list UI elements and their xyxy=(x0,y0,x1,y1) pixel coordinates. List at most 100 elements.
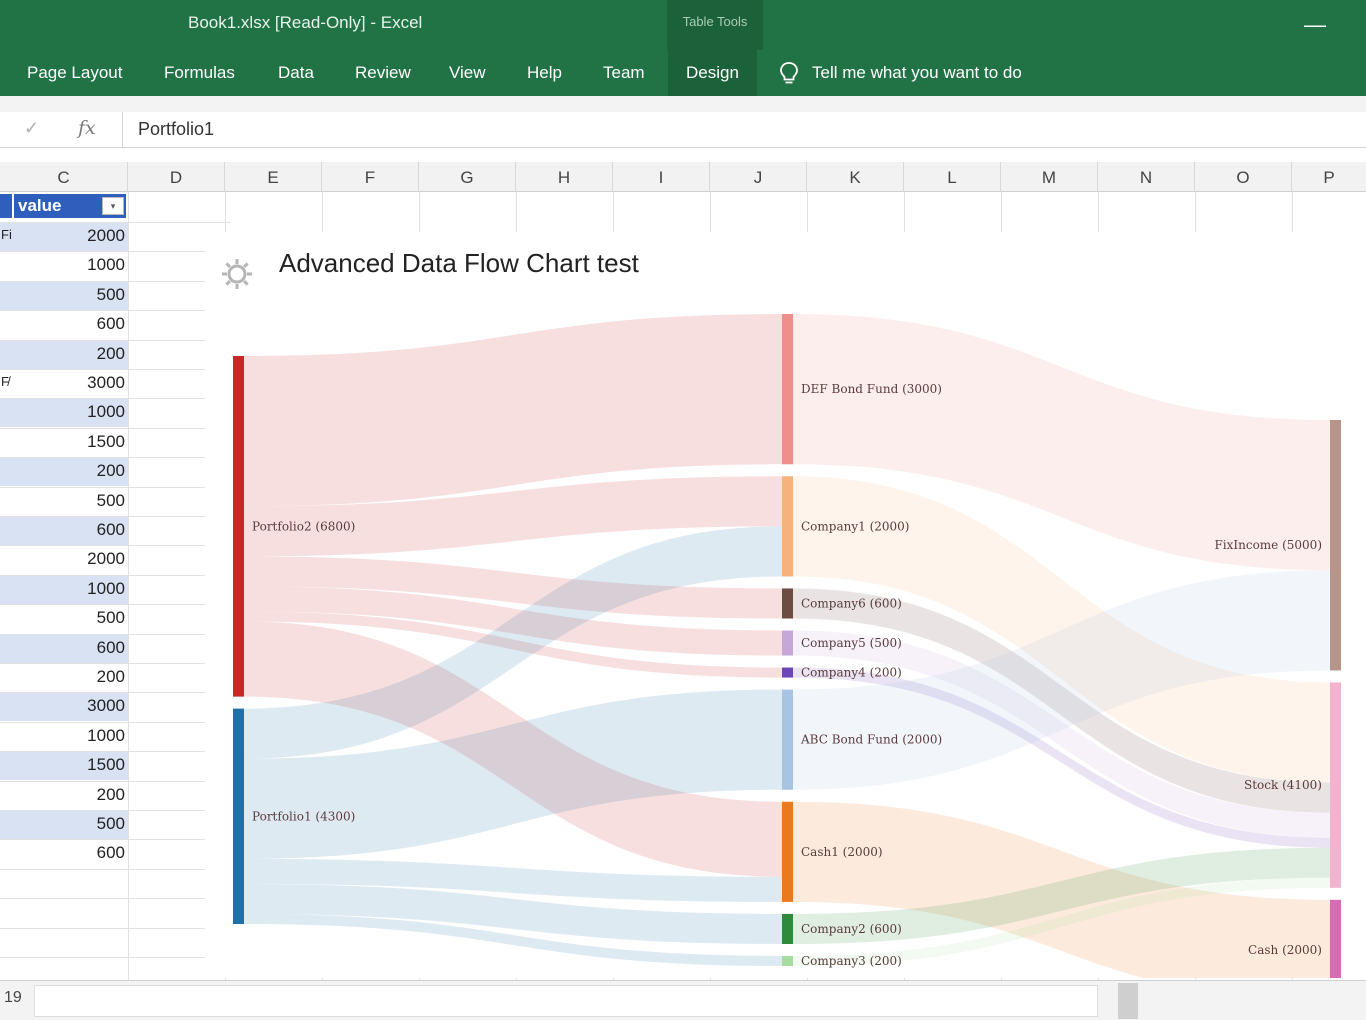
tab-data[interactable]: Data xyxy=(278,63,314,83)
table-row: 2000 xyxy=(0,545,128,574)
minimize-button[interactable]: — xyxy=(1304,12,1326,38)
table-cell-value[interactable]: 2000 xyxy=(0,222,128,251)
tab-design[interactable]: Design xyxy=(668,50,757,96)
table-cell-value[interactable]: 2000 xyxy=(0,545,128,574)
sankey-node-p1[interactable] xyxy=(233,708,244,924)
formula-input[interactable]: Portfolio1 xyxy=(138,119,214,140)
sankey-node-label: Company5 (500) xyxy=(801,636,902,650)
column-header-j[interactable]: J xyxy=(710,162,807,192)
sankey-node-p2[interactable] xyxy=(233,356,244,697)
sankey-node-label: Company1 (2000) xyxy=(801,519,909,533)
sankey-node-c3[interactable] xyxy=(782,955,793,966)
table-cell-value[interactable]: 600 xyxy=(0,310,128,339)
table-row: 500 xyxy=(0,810,128,839)
column-header-d[interactable]: D xyxy=(128,162,225,192)
grid-line xyxy=(0,868,230,870)
table-cell-value[interactable]: 200 xyxy=(0,781,128,810)
table-cell-value[interactable]: 500 xyxy=(0,810,128,839)
table-row: 1500 xyxy=(0,428,128,457)
table-row: 1000 xyxy=(0,251,128,280)
tab-team[interactable]: Team xyxy=(603,63,645,83)
column-header-l[interactable]: L xyxy=(904,162,1001,192)
table-cell-value[interactable]: 3000 xyxy=(0,692,128,722)
table-cell-value[interactable]: 1000 xyxy=(0,722,128,751)
tab-review[interactable]: Review xyxy=(355,63,411,83)
column-header-i[interactable]: I xyxy=(613,162,710,192)
grid-line xyxy=(0,280,230,282)
table-row: 1000 xyxy=(0,398,128,428)
sankey-node-abc[interactable] xyxy=(782,689,793,790)
grid-line xyxy=(0,810,230,811)
filter-dropdown-button[interactable]: ▾ xyxy=(102,197,124,215)
sankey-node-c6[interactable] xyxy=(782,588,793,619)
table-cell-value[interactable]: 1000 xyxy=(0,574,128,604)
table-cell-value[interactable]: 1500 xyxy=(0,751,128,781)
sankey-node-cash[interactable] xyxy=(1330,899,1341,978)
column-header-h[interactable]: H xyxy=(516,162,613,192)
column-header-g[interactable]: G xyxy=(419,162,516,192)
status-bar: 19 xyxy=(0,980,1366,1020)
column-header-m[interactable]: M xyxy=(1001,162,1098,192)
table-cell-value[interactable]: 600 xyxy=(0,839,128,868)
table-row: 600 xyxy=(0,633,128,663)
sankey-node-label: Portfolio1 (4300) xyxy=(252,809,355,823)
enter-check-icon[interactable]: ✓ xyxy=(24,118,39,139)
table-row: 200 xyxy=(0,781,128,810)
column-header-c[interactable]: C xyxy=(0,162,128,192)
tab-formulas[interactable]: Formulas xyxy=(164,63,235,83)
column-header-e[interactable]: E xyxy=(225,162,322,192)
grid-line xyxy=(0,927,230,929)
sankey-node-stock[interactable] xyxy=(1330,682,1341,888)
table-cell-value[interactable]: 200 xyxy=(0,663,128,692)
table-cell-value[interactable]: 1500 xyxy=(0,428,128,457)
sankey-chart[interactable]: Advanced Data Flow Chart test Portfolio2… xyxy=(205,232,1366,978)
table-row: 3000 F̸ xyxy=(0,369,128,398)
sankey-node-c1[interactable] xyxy=(782,476,793,577)
table-cell-value[interactable]: 500 xyxy=(0,487,128,516)
table-cell-value[interactable]: 1000 xyxy=(0,251,128,280)
column-header-n[interactable]: N xyxy=(1098,162,1195,192)
row-number-19[interactable]: 19 xyxy=(4,989,32,1013)
column-header-k[interactable]: K xyxy=(807,162,904,192)
column-header-p[interactable]: P xyxy=(1292,162,1366,192)
window-title: Book1.xlsx [Read-Only] - Excel xyxy=(188,13,423,32)
table-cell-value[interactable]: 1000 xyxy=(0,398,128,428)
table-cell-fragment: F̸ xyxy=(1,374,9,389)
table-cell-value[interactable]: 600 xyxy=(0,516,128,545)
sankey-node-c2[interactable] xyxy=(782,913,793,944)
sankey-node-label: Company3 (200) xyxy=(801,954,902,968)
table-cell-value[interactable]: 200 xyxy=(0,457,128,487)
grid-line xyxy=(0,957,230,958)
ribbon-tabs: Page Layout Formulas Data Review View He… xyxy=(0,50,1366,96)
table-cell-value[interactable]: 500 xyxy=(0,280,128,310)
tell-me-search[interactable]: Tell me what you want to do xyxy=(812,63,1022,83)
horizontal-scrollbar-track[interactable] xyxy=(34,985,1098,1017)
table-row: 200 xyxy=(0,457,128,487)
column-header-o[interactable]: O xyxy=(1195,162,1292,192)
table-cell-value[interactable]: 600 xyxy=(0,633,128,663)
tab-help[interactable]: Help xyxy=(527,63,562,83)
grid-line xyxy=(0,574,230,576)
table-cell-value[interactable]: 3000 xyxy=(0,369,128,398)
sankey-node-label: DEF Bond Fund (3000) xyxy=(801,382,942,396)
table-header-row: value ▾ xyxy=(0,192,128,220)
sankey-node-fi[interactable] xyxy=(1330,420,1341,671)
lightbulb-icon[interactable] xyxy=(776,60,802,86)
horizontal-scrollbar-thumb[interactable] xyxy=(1118,983,1138,1019)
sankey-node-c4[interactable] xyxy=(782,667,793,678)
column-headers: C D E F G H I J K L M N O P xyxy=(0,162,1366,192)
table-cell-value[interactable]: 200 xyxy=(0,339,128,369)
sankey-node-def[interactable] xyxy=(782,314,793,465)
table-row: 500 xyxy=(0,487,128,516)
column-header-f[interactable]: F xyxy=(322,162,419,192)
sankey-node-cash1[interactable] xyxy=(782,801,793,902)
sankey-node-c5[interactable] xyxy=(782,630,793,656)
insert-function-icon[interactable]: fx xyxy=(78,117,96,139)
ribbon-collapsed-area xyxy=(0,96,1366,112)
table-row: 600 xyxy=(0,516,128,545)
table-header-cell-b[interactable] xyxy=(0,194,12,218)
table-cell-value[interactable]: 500 xyxy=(0,604,128,633)
tab-page-layout[interactable]: Page Layout xyxy=(27,63,122,83)
grid-line xyxy=(0,486,230,488)
tab-view[interactable]: View xyxy=(449,63,486,83)
